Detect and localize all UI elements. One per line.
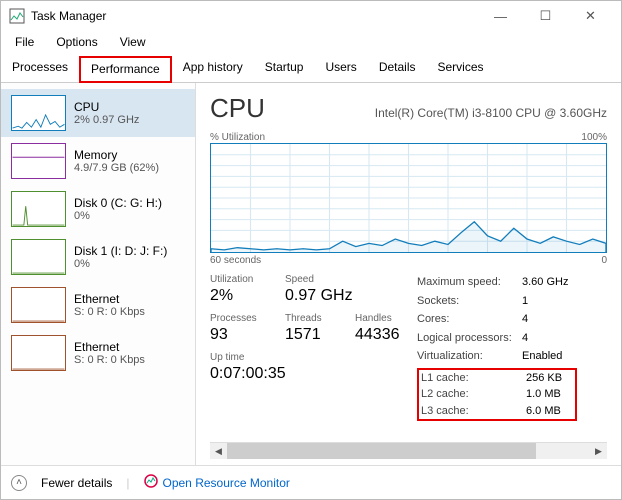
uptime-value: 0:07:00:35 [210,365,285,383]
chevron-up-icon[interactable]: ˄ [11,475,27,491]
cpu-model: Intel(R) Core(TM) i3-8100 CPU @ 3.60GHz [375,106,607,120]
kv-val: 4 [522,311,528,328]
menu-file[interactable]: File [5,33,44,51]
tab-details[interactable]: Details [368,55,427,82]
main-panel: CPU Intel(R) Core(TM) i3-8100 CPU @ 3.60… [196,83,621,465]
sidebar-item-sub: 0% [74,258,167,270]
open-resource-monitor-link[interactable]: Open Resource Monitor [144,474,290,491]
window-title: Task Manager [31,9,478,23]
sidebar-item-label: Disk 0 (C: G: H:) [74,196,162,210]
horizontal-scrollbar[interactable]: ◀ ▶ [210,442,607,459]
chart-label-tr: 100% [581,132,607,143]
disk-thumb [11,191,66,227]
kv-val: 6.0 MB [526,403,561,420]
sidebar-item-sub: 2% 0.97 GHz [74,114,139,126]
sidebar-item-label: Ethernet [74,292,145,306]
window-buttons: — ☐ ✕ [478,1,613,31]
kv-key: L2 cache: [421,386,526,403]
ethernet-thumb [11,335,66,371]
sidebar-item-label: CPU [74,100,139,114]
ethernet-thumb [11,287,66,323]
processes-value: 93 [210,326,285,344]
kv-key: Cores: [417,311,522,328]
cpu-thumb [11,95,66,131]
titlebar: Task Manager — ☐ ✕ [1,1,621,31]
sidebar-item-cpu[interactable]: CPU 2% 0.97 GHz [1,89,195,137]
sidebar-item-disk0[interactable]: Disk 0 (C: G: H:) 0% [1,185,195,233]
stat-label: Threads [285,313,355,324]
kv-key: Sockets: [417,293,522,310]
stat-label: Handles [355,313,417,324]
menu-options[interactable]: Options [46,33,107,51]
threads-value: 1571 [285,326,355,344]
sidebar-item-memory[interactable]: Memory 4.9/7.9 GB (62%) [1,137,195,185]
speed-value: 0.97 GHz [285,287,355,305]
utilization-value: 2% [210,287,285,305]
kv-val: 1 [522,293,528,310]
sidebar-item-sub: 4.9/7.9 GB (62%) [74,162,159,174]
page-title: CPU [210,93,265,124]
tab-app-history[interactable]: App history [172,55,254,82]
utilization-chart[interactable] [210,143,607,253]
chart-label-br: 0 [601,255,607,266]
stat-label: Up time [210,352,285,363]
chart-label-bl: 60 seconds [210,255,261,266]
sidebar-item-ethernet0[interactable]: Ethernet S: 0 R: 0 Kbps [1,281,195,329]
sidebar-item-sub: S: 0 R: 0 Kbps [74,306,145,318]
kv-val: 3.60 GHz [522,274,568,291]
stat-label: Utilization [210,274,285,285]
kv-key: Virtualization: [417,348,522,365]
kv-key: Logical processors: [417,330,522,347]
kv-val: Enabled [522,348,562,365]
chart-label-tl: % Utilization [210,132,265,143]
sidebar-item-sub: 0% [74,210,162,222]
minimize-button[interactable]: — [478,1,523,31]
cache-highlight: L1 cache:256 KB L2 cache:1.0 MB L3 cache… [417,368,577,422]
sidebar-item-label: Memory [74,148,159,162]
stats-grid: Utilization 2% Processes 93 Up time 0:07… [210,274,607,421]
scroll-left-icon[interactable]: ◀ [210,443,227,460]
disk-thumb [11,239,66,275]
scroll-thumb[interactable] [227,443,536,459]
tab-startup[interactable]: Startup [254,55,315,82]
body: CPU 2% 0.97 GHz Memory 4.9/7.9 GB (62%) … [1,83,621,465]
kv-val: 1.0 MB [526,386,561,403]
stat-label: Speed [285,274,355,285]
kv-key: Maximum speed: [417,274,522,291]
scroll-track[interactable] [227,443,590,459]
sidebar-item-label: Disk 1 (I: D: J: F:) [74,244,167,258]
kv-key: L1 cache: [421,370,526,387]
fewer-details-button[interactable]: Fewer details [41,476,112,490]
kv-val: 256 KB [526,370,562,387]
footer: ˄ Fewer details | Open Resource Monitor [1,465,621,499]
memory-thumb [11,143,66,179]
sidebar: CPU 2% 0.97 GHz Memory 4.9/7.9 GB (62%) … [1,83,196,465]
resmon-icon [144,474,158,491]
tab-bar: Processes Performance App history Startu… [1,55,621,83]
sidebar-item-ethernet1[interactable]: Ethernet S: 0 R: 0 Kbps [1,329,195,377]
tab-services[interactable]: Services [427,55,495,82]
sidebar-item-sub: S: 0 R: 0 Kbps [74,354,145,366]
handles-value: 44336 [355,326,417,344]
kv-key: L3 cache: [421,403,526,420]
tab-processes[interactable]: Processes [1,55,79,82]
stat-label: Processes [210,313,285,324]
maximize-button[interactable]: ☐ [523,1,568,31]
tab-performance[interactable]: Performance [79,56,172,83]
sidebar-item-disk1[interactable]: Disk 1 (I: D: J: F:) 0% [1,233,195,281]
menubar: File Options View [1,31,621,53]
kv-val: 4 [522,330,528,347]
tab-users[interactable]: Users [314,55,367,82]
stat-label [355,274,417,285]
sidebar-item-label: Ethernet [74,340,145,354]
app-icon [9,8,25,24]
menu-view[interactable]: View [110,33,156,51]
scroll-right-icon[interactable]: ▶ [590,443,607,460]
close-button[interactable]: ✕ [568,1,613,31]
